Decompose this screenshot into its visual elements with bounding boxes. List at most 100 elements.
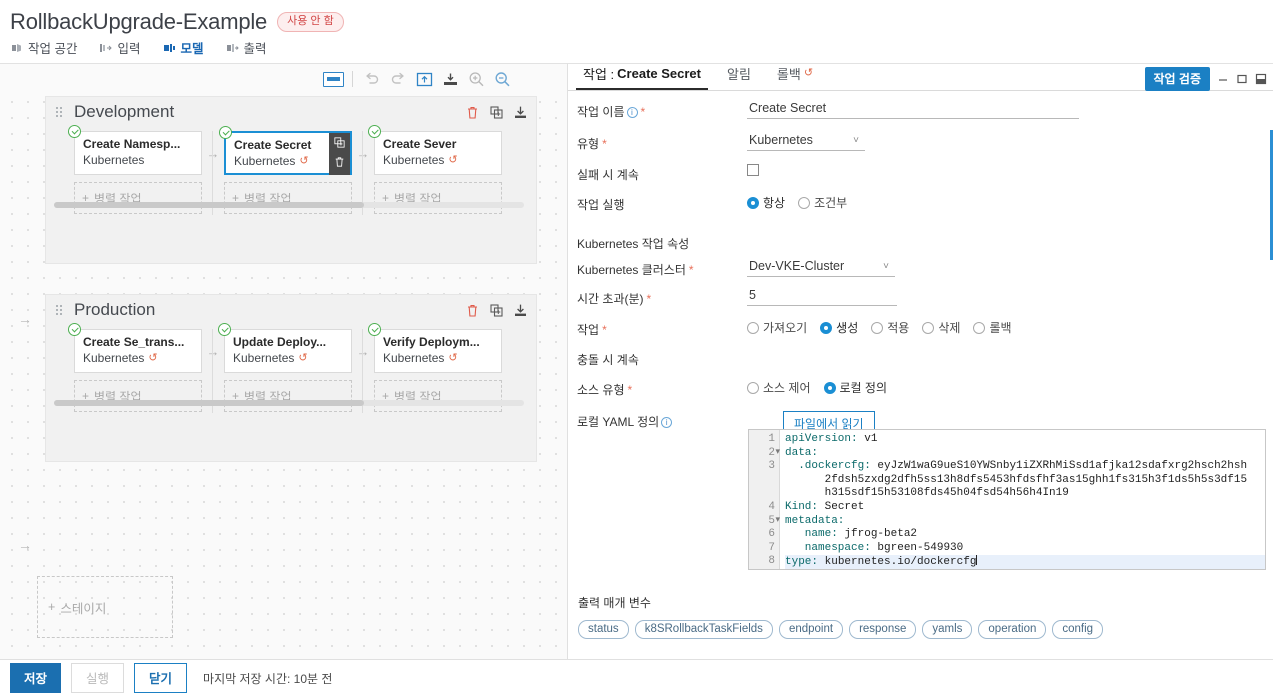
add-parallel-task-slot[interactable]: + 병렬 작업 <box>224 182 352 214</box>
required-marker: * <box>602 137 607 151</box>
tab-task[interactable]: 작업 : Create Secret <box>576 64 708 90</box>
task-run-option-conditional[interactable]: 조건부 <box>798 194 847 211</box>
zoom-in-icon[interactable] <box>463 68 489 90</box>
line-number: 2 ▾ <box>749 447 780 461</box>
task-card-tools <box>329 133 350 175</box>
cluster-select[interactable] <box>747 259 895 277</box>
collapse-all-icon[interactable] <box>411 68 437 90</box>
validate-task-button[interactable]: 작업 검증 <box>1144 67 1210 91</box>
duplicate-stage-icon[interactable] <box>489 303 504 318</box>
close-button[interactable]: 닫기 <box>134 663 188 693</box>
task-card-create-sever[interactable]: Create Sever Kubernetes ↺ <box>368 125 502 175</box>
task-status-ok-icon <box>368 323 381 336</box>
task-card-verify-deployment[interactable]: Verify Deploym... Kubernetes ↺ <box>368 323 502 373</box>
delete-task-icon[interactable] <box>334 156 345 171</box>
output-param-operation[interactable]: operation <box>978 620 1047 639</box>
action-option-apply[interactable]: 적용 <box>871 319 909 336</box>
add-parallel-task-slot[interactable]: + 병렬 작업 <box>374 380 502 412</box>
task-run-option-always[interactable]: 항상 <box>747 194 785 211</box>
undo-icon[interactable] <box>359 68 385 90</box>
output-param-endpoint[interactable]: endpoint <box>778 620 844 639</box>
fold-toggle-icon[interactable]: ▾ <box>774 447 780 456</box>
task-subtitle: Kubernetes <box>83 153 193 167</box>
tab-notification[interactable]: 알림 <box>720 64 758 90</box>
task-type-label: Kubernetes <box>383 351 445 365</box>
task-status-ok-icon <box>368 125 381 138</box>
keyboard-shortcuts-icon[interactable] <box>320 68 346 90</box>
stage-horizontal-scrollbar[interactable] <box>54 400 524 406</box>
add-parallel-task-slot[interactable]: + 병렬 작업 <box>224 380 352 412</box>
info-icon[interactable]: i <box>626 107 638 118</box>
collapse-stage-icon[interactable] <box>513 303 528 318</box>
drag-handle-icon[interactable] <box>56 304 66 316</box>
timeout-input[interactable] <box>747 288 897 306</box>
task-card-update-deployment[interactable]: Update Deploy... Kubernetes ↺ <box>218 323 352 373</box>
add-parallel-task-slot[interactable]: + 병렬 작업 <box>374 182 502 214</box>
field-task-run: 작업 실행 항상 조건부 <box>568 194 1273 213</box>
yaml-code-area[interactable]: apiVersion: v1 data: .dockercfg: eyJzW1wa… <box>780 430 1265 569</box>
duplicate-task-icon[interactable] <box>334 137 345 151</box>
yaml-key: namespace: <box>785 541 871 554</box>
output-param-k8srollbacktaskfields[interactable]: k8SRollbackTaskFields <box>634 620 773 639</box>
stage-body: Create Se_trans... Kubernetes ↺ + 병렬 작업 <box>46 323 536 413</box>
type-label: 유형 * <box>577 133 747 152</box>
action-option-delete-label: 삭제 <box>938 321 961 335</box>
action-option-delete[interactable]: 삭제 <box>922 319 960 336</box>
save-button[interactable]: 저장 <box>10 663 62 693</box>
yaml-editor[interactable]: 1 2 ▾ 3 4 5 ▾ 6 7 8 apiVersion: v1 data: .d… <box>748 429 1266 570</box>
duplicate-stage-icon[interactable] <box>489 105 504 120</box>
tab-model[interactable]: 모델 <box>162 38 204 65</box>
cluster-select-wrap: ˅ <box>747 259 895 277</box>
output-param-config[interactable]: config <box>1052 620 1104 639</box>
stage-horizontal-scrollbar[interactable] <box>54 202 524 208</box>
zoom-out-icon[interactable] <box>489 68 515 90</box>
tab-output[interactable]: 출력 <box>226 38 267 65</box>
line-number: 4 <box>749 501 779 515</box>
model-icon <box>163 42 176 54</box>
dock-icon[interactable] <box>1255 73 1267 85</box>
maximize-icon[interactable] <box>1236 73 1248 85</box>
stage-actions <box>465 105 528 120</box>
output-param-status[interactable]: status <box>578 620 629 639</box>
type-select[interactable] <box>747 133 865 151</box>
line-number: 7 <box>749 542 779 556</box>
tab-rollback[interactable]: 롤백 ↺ <box>770 64 820 90</box>
output-param-yamls[interactable]: yamls <box>922 620 973 639</box>
panel-window-tools: 작업 검증 <box>1144 67 1268 91</box>
redo-icon[interactable] <box>385 68 411 90</box>
yaml-value: h315sdf15h53108fds45h04fsd54h56h4In19 <box>785 487 1069 500</box>
delete-stage-icon[interactable] <box>465 303 480 318</box>
info-icon[interactable]: i <box>661 417 673 428</box>
action-option-get[interactable]: 가져오기 <box>747 319 807 336</box>
add-stage-button[interactable]: + 스테이지 <box>37 576 173 638</box>
action-option-create[interactable]: 생성 <box>820 319 858 336</box>
source-type-option-source-control[interactable]: 소스 제어 <box>747 379 811 396</box>
continue-on-fail-checkbox[interactable] <box>747 164 759 176</box>
local-yaml-label: 로컬 YAML 정의 i <box>577 411 747 430</box>
action-option-rollback[interactable]: 롤백 <box>973 319 1012 336</box>
expand-all-icon[interactable] <box>437 68 463 90</box>
delete-stage-icon[interactable] <box>465 105 480 120</box>
code-line: .dockercfg: eyJzW1waG9ueS10YWSnby1iZXRhM… <box>785 460 1265 474</box>
main-tabs: 작업 공간 입력 모델 출력 <box>0 35 1273 65</box>
add-parallel-task-slot[interactable]: + 병렬 작업 <box>74 182 202 214</box>
stage-production[interactable]: Production Create Se_trans... Kubernetes… <box>45 294 537 462</box>
text-cursor <box>976 555 978 566</box>
task-card-create-secret[interactable]: Create Secret Kubernetes ↺ <box>219 126 352 175</box>
collapse-stage-icon[interactable] <box>513 105 528 120</box>
drag-handle-icon[interactable] <box>56 106 66 118</box>
tab-input[interactable]: 입력 <box>99 38 141 65</box>
tab-workspace[interactable]: 작업 공간 <box>10 38 77 65</box>
minimize-icon[interactable] <box>1217 73 1229 85</box>
stage-development[interactable]: Development Create Namesp... Kubernetes … <box>45 96 537 264</box>
k8s-section-title: Kubernetes 작업 속성 <box>577 237 690 251</box>
task-name-input[interactable] <box>747 101 1079 119</box>
fold-toggle-icon[interactable]: ▾ <box>774 515 780 524</box>
add-parallel-task-slot[interactable]: + 병렬 작업 <box>74 380 202 412</box>
output-param-response[interactable]: response <box>849 620 917 639</box>
task-card-create-se-trans[interactable]: Create Se_trans... Kubernetes ↺ <box>68 323 202 373</box>
source-type-option-local[interactable]: 로컬 정의 <box>823 379 887 396</box>
continue-on-fail-label: 실패 시 계속 <box>577 168 639 182</box>
required-marker: * <box>646 292 652 306</box>
task-card-create-namespace[interactable]: Create Namesp... Kubernetes <box>68 125 202 175</box>
